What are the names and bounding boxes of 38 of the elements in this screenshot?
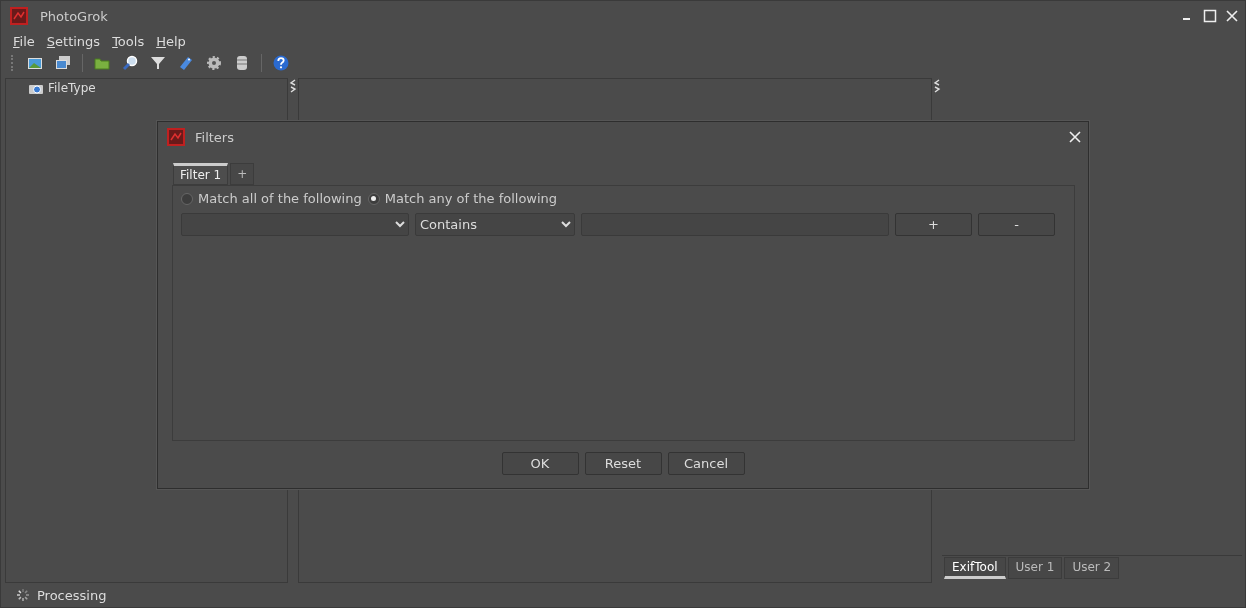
collapse-arrows-icon[interactable]: [289, 78, 297, 94]
funnel-icon[interactable]: [149, 54, 167, 72]
add-button[interactable]: +: [895, 213, 972, 236]
maximize-icon[interactable]: [1203, 9, 1217, 23]
field-dropdown[interactable]: [181, 213, 409, 236]
radio-button[interactable]: [181, 192, 193, 205]
menu-item[interactable]: Settings: [42, 33, 105, 49]
spinner-icon: [15, 587, 31, 603]
radio-button[interactable]: [367, 192, 380, 205]
tag-icon[interactable]: [177, 54, 195, 72]
close-icon[interactable]: [1225, 9, 1239, 23]
menu-item[interactable]: Tools: [108, 33, 149, 49]
app-logo: [10, 7, 28, 25]
tab[interactable]: +: [230, 163, 255, 185]
menu-item[interactable]: Help: [152, 33, 190, 49]
search-icon[interactable]: [121, 54, 139, 72]
help-icon[interactable]: [272, 54, 290, 72]
close-icon[interactable]: [1068, 130, 1082, 144]
status-text: Processing: [37, 587, 107, 603]
remove-button[interactable]: -: [978, 213, 1055, 236]
pictures-icon[interactable]: [54, 54, 72, 72]
settings-icon[interactable]: [205, 54, 223, 72]
tab[interactable]: User 1: [1007, 557, 1063, 579]
menu-item[interactable]: File: [9, 33, 39, 49]
radio-label[interactable]: Match all of the following: [198, 191, 362, 206]
radio-label[interactable]: Match any of the following: [384, 191, 558, 206]
tab[interactable]: ExifTool: [944, 557, 1006, 579]
dialog-title: Filters: [195, 129, 234, 145]
tree-item[interactable]: FileType: [48, 81, 96, 95]
tab[interactable]: Filter 1: [173, 163, 229, 185]
window-title: PhotoGrok: [40, 8, 108, 24]
tab[interactable]: User 2: [1064, 557, 1120, 579]
dialog-button[interactable]: Reset: [584, 452, 662, 475]
operator-dropdown[interactable]: Contains: [415, 213, 575, 236]
collapse-arrows-icon[interactable]: [933, 78, 941, 94]
dialog-button[interactable]: OK: [501, 452, 579, 475]
dialog-logo: [167, 128, 185, 146]
dialog-button[interactable]: Cancel: [667, 452, 745, 475]
